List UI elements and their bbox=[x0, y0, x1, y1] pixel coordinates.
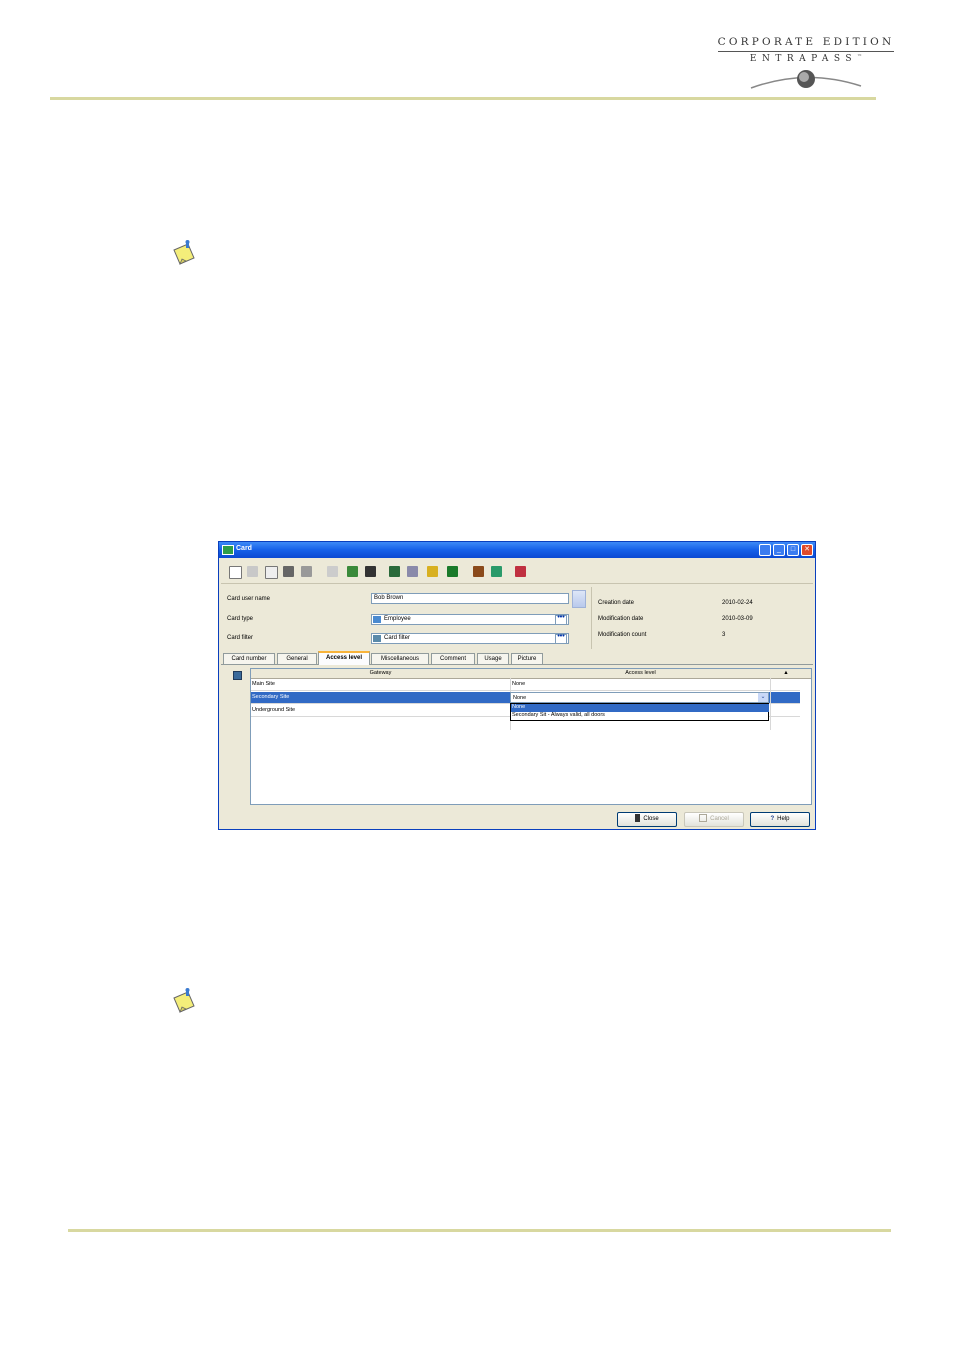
save-icon[interactable] bbox=[247, 566, 258, 577]
edit-icon[interactable] bbox=[347, 566, 358, 577]
card-filter-icon bbox=[373, 635, 381, 642]
tab-card-number[interactable]: Card number bbox=[223, 653, 275, 664]
brand-divider bbox=[718, 51, 894, 52]
card-user-name-label: Card user name bbox=[227, 596, 271, 602]
creation-date-value: 2010-02-24 bbox=[722, 600, 753, 606]
brand-edition-text: CORPORATE EDITION bbox=[717, 36, 895, 48]
access-level-dropdown: None Secondary Sit - Always valid, all d… bbox=[510, 703, 769, 721]
access-level-grid: Gateway Access level ▲ Main Site None Se… bbox=[250, 668, 812, 805]
gateway-cell: Secondary Site bbox=[252, 694, 290, 700]
modification-date-value: 2010-03-09 bbox=[722, 616, 753, 622]
creation-date-label: Creation date bbox=[598, 600, 635, 606]
footer-rule bbox=[68, 1229, 891, 1232]
brand-swoosh-icon bbox=[750, 70, 862, 89]
sort-arrow-icon[interactable]: ▲ bbox=[781, 670, 791, 676]
card-type-label: Card type bbox=[227, 616, 254, 622]
close-icon[interactable]: ✕ bbox=[801, 544, 813, 556]
tab-general[interactable]: General bbox=[277, 653, 317, 664]
calendar-icon[interactable] bbox=[447, 566, 458, 577]
list-icon[interactable] bbox=[327, 566, 338, 577]
grid-icon[interactable] bbox=[407, 566, 418, 577]
tab-access-level[interactable]: Access level bbox=[318, 651, 370, 665]
help-icon[interactable] bbox=[759, 544, 771, 556]
access-level-select[interactable]: None ⌄ bbox=[510, 692, 769, 703]
note-icon bbox=[173, 988, 195, 1013]
chevron-down-icon[interactable]: ⌄ bbox=[758, 693, 768, 702]
help-button[interactable]: ? Help bbox=[750, 812, 810, 827]
card-filter-input[interactable]: Card filter bbox=[371, 633, 569, 644]
title-bar[interactable]: Card _ □ ✕ bbox=[219, 542, 815, 558]
find-icon[interactable] bbox=[389, 566, 400, 577]
new-icon[interactable] bbox=[229, 566, 242, 579]
brand-product-text: ENTRAPASS™ bbox=[749, 54, 863, 64]
close-button[interactable]: Close bbox=[617, 812, 677, 827]
access-level-column-header[interactable]: Access level bbox=[511, 670, 770, 676]
minimize-icon[interactable]: _ bbox=[773, 544, 785, 556]
tab-comment[interactable]: Comment bbox=[431, 653, 475, 664]
tab-miscellaneous[interactable]: Miscellaneous bbox=[371, 653, 429, 664]
grid-options-icon[interactable] bbox=[233, 671, 242, 680]
maximize-icon[interactable]: □ bbox=[787, 544, 799, 556]
key-icon[interactable] bbox=[427, 566, 438, 577]
toolbar bbox=[221, 561, 813, 584]
gateway-cell: Main Site bbox=[252, 681, 275, 687]
tab-strip: Card number General Access level Miscell… bbox=[221, 651, 813, 665]
link-icon[interactable] bbox=[491, 566, 502, 577]
card-user-spin-button[interactable] bbox=[572, 590, 586, 608]
dropdown-option[interactable]: Secondary Sit - Always valid, all doors bbox=[511, 712, 769, 720]
tab-picture[interactable]: Picture bbox=[511, 653, 543, 664]
exit-icon[interactable] bbox=[515, 566, 526, 577]
column-divider bbox=[770, 678, 771, 730]
binoculars-icon[interactable] bbox=[365, 566, 376, 577]
entrapass-logo: CORPORATE EDITION ENTRAPASS™ bbox=[716, 34, 896, 94]
cancel-button[interactable]: Cancel bbox=[684, 812, 744, 827]
modification-count-label: Modification count bbox=[598, 632, 647, 638]
window-title: Card bbox=[236, 545, 252, 552]
question-icon: ? bbox=[770, 816, 775, 822]
print-icon[interactable] bbox=[301, 566, 312, 577]
card-app-icon bbox=[222, 545, 234, 555]
card-form: Card user name Bob Brown Card type Emplo… bbox=[223, 587, 589, 649]
photo-icon[interactable] bbox=[473, 566, 484, 577]
card-info-panel: Creation date 2010-02-24 Modification da… bbox=[591, 587, 814, 649]
header-rule bbox=[50, 97, 876, 100]
card-type-browse-button[interactable]: ••• bbox=[555, 614, 567, 625]
note-icon bbox=[173, 240, 195, 265]
delete-icon[interactable] bbox=[283, 566, 294, 577]
gateway-column-header[interactable]: Gateway bbox=[251, 670, 510, 676]
tab-usage[interactable]: Usage bbox=[477, 653, 509, 664]
card-filter-label: Card filter bbox=[227, 635, 254, 641]
access-level-select-value: None bbox=[513, 695, 527, 701]
table-row[interactable]: Main Site None bbox=[251, 679, 800, 691]
employee-icon bbox=[373, 616, 381, 623]
card-type-input[interactable]: Employee bbox=[371, 614, 569, 625]
grid-header: Gateway Access level ▲ bbox=[251, 669, 811, 679]
card-window: Card _ □ ✕ Card user name Bob Brown Card… bbox=[218, 541, 816, 830]
door-icon bbox=[635, 814, 641, 823]
modification-count-value: 3 bbox=[722, 632, 726, 638]
gateway-cell: Underground Site bbox=[252, 707, 296, 713]
cancel-icon bbox=[699, 814, 708, 823]
dropdown-option[interactable]: None bbox=[511, 704, 769, 712]
modification-date-label: Modification date bbox=[598, 616, 644, 622]
access-level-cell: None bbox=[512, 681, 526, 687]
card-filter-browse-button[interactable]: ••• bbox=[555, 633, 567, 644]
card-user-name-input[interactable]: Bob Brown bbox=[371, 593, 569, 604]
copy-icon[interactable] bbox=[265, 566, 278, 579]
